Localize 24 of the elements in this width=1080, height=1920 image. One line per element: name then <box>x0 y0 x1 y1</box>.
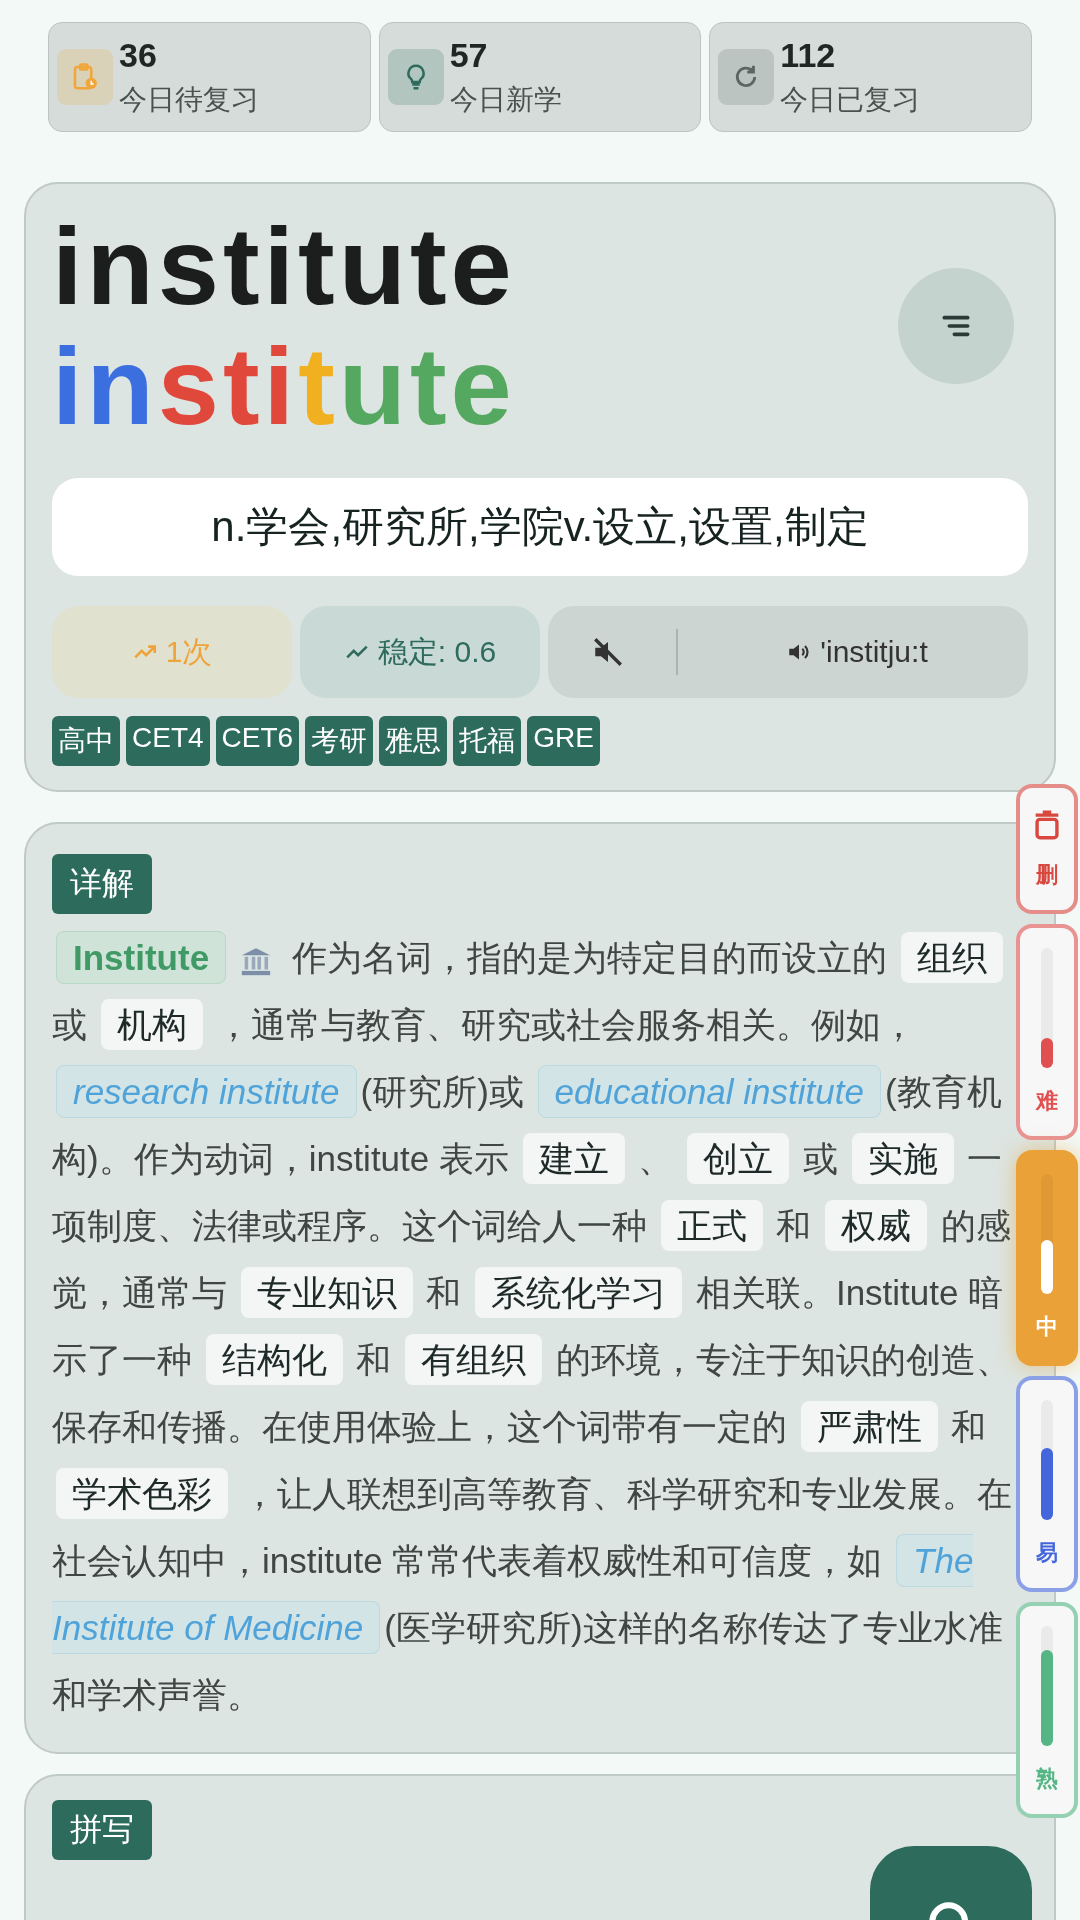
stat-label: 今日待复习 <box>119 82 259 117</box>
word-title: institute <box>52 206 516 326</box>
exam-tag: 托福 <box>453 716 522 766</box>
exam-tag: 雅思 <box>379 716 448 766</box>
meaning-text: n.学会,研究所,学院v.设立,设置,制定 <box>52 478 1028 576</box>
rating-button[interactable]: 中 <box>1016 1150 1078 1366</box>
stat-value: 36 <box>119 35 158 75</box>
exam-tag: CET6 <box>215 716 300 766</box>
stat-label: 今日已复习 <box>780 82 921 117</box>
exam-tag: CET4 <box>126 716 210 766</box>
rating-button[interactable]: 难 <box>1016 924 1078 1140</box>
syllable-word: institute <box>52 326 516 446</box>
section-label: 拼写 <box>52 1800 152 1860</box>
stat-value: 112 <box>780 35 837 75</box>
stat-label: 今日新学 <box>449 82 562 117</box>
section-label: 详解 <box>52 854 152 914</box>
rating-button[interactable]: 熟 <box>1016 1602 1078 1818</box>
stat-value: 57 <box>449 35 489 75</box>
exam-tag: 考研 <box>305 716 374 766</box>
exam-tag: 高中 <box>52 716 120 766</box>
stability-button[interactable]: 稳定: 0.6 <box>300 606 540 698</box>
rating-button[interactable]: 易 <box>1016 1376 1078 1592</box>
exam-tag: GRE <box>527 716 600 766</box>
delete-button[interactable]: 删 <box>1016 784 1078 914</box>
